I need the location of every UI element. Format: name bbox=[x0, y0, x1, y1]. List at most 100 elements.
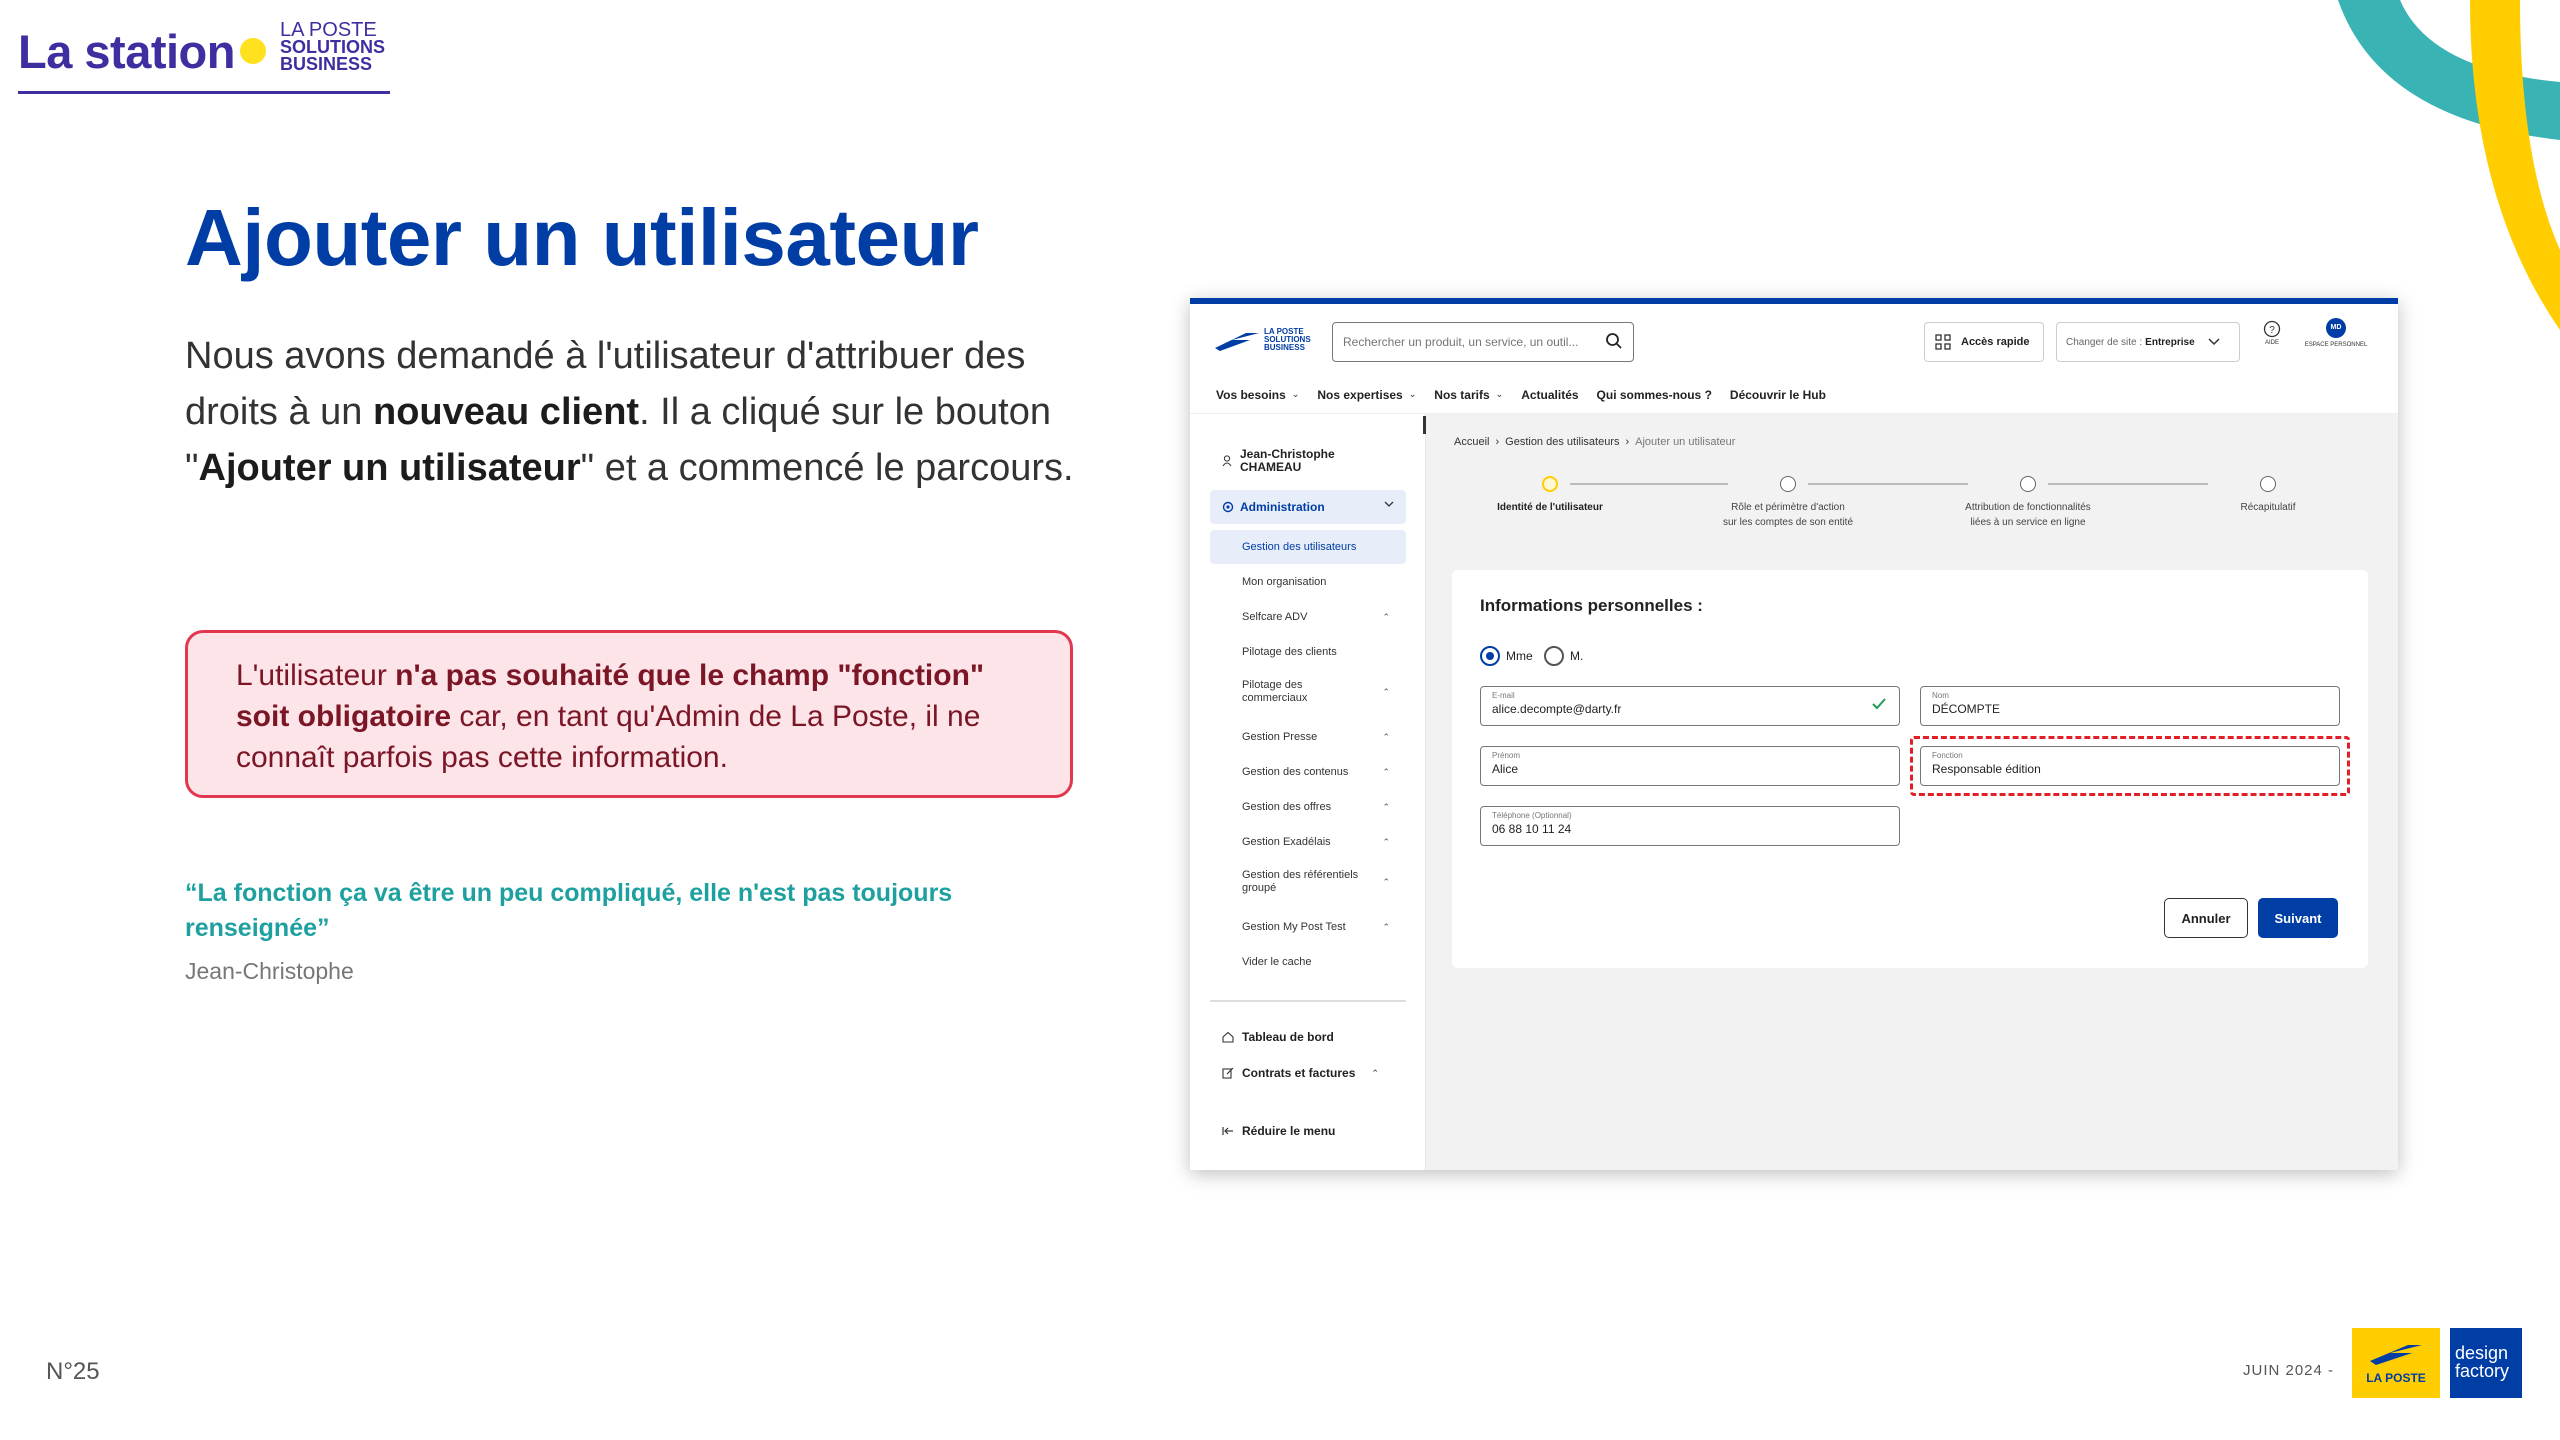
step-current-icon bbox=[1542, 476, 1558, 492]
nav-nos-expertises[interactable]: Nos expertises ⌄ bbox=[1317, 388, 1416, 402]
nav-qui-sommes-nous[interactable]: Qui sommes-nous ? bbox=[1597, 388, 1712, 402]
sidebar-item-gestion-contenus[interactable]: Gestion des contenus ⌃ bbox=[1210, 755, 1406, 789]
brand-sub: LA POSTE SOLUTIONS BUSINESS bbox=[280, 19, 386, 74]
quote-author: Jean-Christophe bbox=[185, 958, 354, 984]
user-icon bbox=[1222, 455, 1232, 467]
home-icon bbox=[1222, 1031, 1234, 1043]
telephone-field[interactable]: Téléphone (Optionnal) 06 88 10 11 24 bbox=[1480, 806, 1900, 846]
sidebar-item-gestion-referentiels[interactable]: Gestion des référentiels groupé ⌃ bbox=[1210, 860, 1406, 904]
main-navigation: Vos besoins ⌄ Nos expertises ⌄ Nos tarifs ⌄… bbox=[1190, 376, 2398, 414]
brand-name: La station bbox=[18, 25, 235, 78]
svg-text:?: ? bbox=[2269, 325, 2275, 336]
page-title: Ajouter un utilisateur bbox=[185, 193, 979, 282]
prenom-field[interactable]: Prénom Alice bbox=[1480, 746, 1900, 786]
quick-access-button[interactable]: Accès rapide bbox=[1924, 322, 2044, 362]
sidebar-item-gestion-utilisateurs[interactable]: Gestion des utilisateurs bbox=[1210, 530, 1406, 564]
radio-m[interactable]: M. bbox=[1544, 646, 1583, 666]
sidebar-item-tableau-de-bord[interactable]: Tableau de bord bbox=[1222, 1030, 1334, 1044]
sidebar-item-gestion-offres[interactable]: Gestion des offres ⌃ bbox=[1210, 790, 1406, 824]
app-screenshot: LA POSTE SOLUTIONS BUSINESS Accès rapide… bbox=[1190, 298, 2398, 1170]
step-pending-icon bbox=[2020, 476, 2036, 492]
step-attribution: Attribution de fonctionnalités liées à u… bbox=[1948, 476, 2108, 530]
sidebar-item-gestion-presse[interactable]: Gestion Presse ⌃ bbox=[1210, 720, 1406, 754]
radio-unselected-icon[interactable] bbox=[1544, 646, 1564, 666]
brand-dot bbox=[240, 38, 266, 64]
laposte-bird-icon bbox=[1215, 333, 1259, 351]
chevron-up-icon: ⌃ bbox=[1382, 766, 1390, 777]
account-button[interactable]: MD ESPACE PERSONNEL bbox=[2300, 318, 2372, 348]
form-title: Informations personnelles : bbox=[1480, 596, 1703, 615]
progress-stepper: Identité de l'utilisateur Rôle et périmè… bbox=[1454, 476, 2378, 546]
avatar: MD bbox=[2326, 318, 2346, 338]
step-identite: Identité de l'utilisateur bbox=[1470, 476, 1630, 515]
step-recapitulatif: Récapitulatif bbox=[2188, 476, 2348, 515]
form-card: Informations personnelles : Mme M. E-mai… bbox=[1452, 570, 2368, 968]
breadcrumb-home[interactable]: Accueil bbox=[1454, 436, 1489, 448]
sidebar-item-pilotage-commerciaux[interactable]: Pilotage des commerciaux ⌃ bbox=[1210, 670, 1406, 714]
edit-icon bbox=[1222, 1067, 1234, 1079]
laposte-logo: LA POSTE bbox=[2352, 1328, 2440, 1398]
chevron-up-icon: ⌃ bbox=[1382, 686, 1390, 697]
radio-selected-icon[interactable] bbox=[1480, 646, 1500, 666]
sidebar-item-vider-cache[interactable]: Vider le cache bbox=[1210, 945, 1406, 979]
sidebar: Jean-Christophe CHAMEAU Administration G… bbox=[1190, 414, 1426, 1170]
sidebar-item-gestion-my-post-test[interactable]: Gestion My Post Test ⌃ bbox=[1210, 910, 1406, 944]
intro-text: Nous avons demandé à l'utilisateur d'att… bbox=[185, 335, 1074, 489]
app-topbar: LA POSTE SOLUTIONS BUSINESS Accès rapide… bbox=[1190, 304, 2398, 376]
main-content: Accueil › Gestion des utilisateurs › Ajo… bbox=[1426, 414, 2398, 1170]
sidebar-item-contrats-factures[interactable]: Contrats et factures ⌃ bbox=[1222, 1066, 1379, 1080]
step-pending-icon bbox=[1780, 476, 1796, 492]
page-number: N°25 bbox=[46, 1358, 100, 1385]
collapse-icon bbox=[1222, 1127, 1233, 1135]
chevron-up-icon: ⌃ bbox=[1382, 731, 1390, 742]
chevron-down-icon: ⌄ bbox=[1495, 389, 1504, 399]
chevron-up-icon: ⌃ bbox=[1371, 1067, 1379, 1078]
chevron-up-icon: ⌃ bbox=[1382, 876, 1390, 887]
brand-logo: La station LA POSTE SOLUTIONS BUSINESS bbox=[18, 18, 390, 94]
chevron-up-icon: ⌃ bbox=[1382, 836, 1390, 847]
help-button[interactable]: ? AIDE bbox=[2258, 320, 2286, 346]
step-role: Rôle et périmètre d'action sur les compt… bbox=[1708, 476, 1868, 530]
radio-mme[interactable]: Mme bbox=[1480, 646, 1533, 666]
search-box[interactable] bbox=[1332, 322, 1634, 362]
sidebar-item-gestion-exadelais[interactable]: Gestion Exadélais ⌃ bbox=[1210, 825, 1406, 859]
user-quote: “La fonction ça va être un peu compliqué… bbox=[185, 879, 953, 942]
chevron-down-icon bbox=[1384, 501, 1394, 507]
chevron-down-icon: ⌄ bbox=[1408, 389, 1417, 399]
sidebar-item-administration[interactable]: Administration bbox=[1210, 490, 1406, 524]
chevron-up-icon: ⌃ bbox=[1382, 921, 1390, 932]
search-icon[interactable] bbox=[1605, 332, 1623, 350]
app-logo-text: LA POSTE SOLUTIONS BUSINESS bbox=[1264, 327, 1311, 352]
breadcrumb-users[interactable]: Gestion des utilisateurs bbox=[1505, 436, 1619, 448]
checkmark-icon bbox=[1872, 698, 1886, 710]
breadcrumb-current: Ajouter un utilisateur bbox=[1635, 436, 1736, 448]
sidebar-item-mon-organisation[interactable]: Mon organisation bbox=[1210, 565, 1406, 599]
sidebar-user[interactable]: Jean-Christophe CHAMEAU bbox=[1222, 448, 1335, 474]
sidebar-item-pilotage-clients[interactable]: Pilotage des clients bbox=[1210, 635, 1406, 669]
laposte-bird-icon bbox=[2370, 1345, 2422, 1365]
breadcrumb: Accueil › Gestion des utilisateurs › Ajo… bbox=[1454, 436, 1735, 448]
nom-field[interactable]: Nom DÉCOMPTE bbox=[1920, 686, 2340, 726]
breadcrumb-separator: › bbox=[1495, 436, 1500, 448]
breadcrumb-separator: › bbox=[1625, 436, 1630, 448]
sidebar-divider bbox=[1210, 1000, 1406, 1002]
callout-box: L'utilisateur n'a pas souhaité que le ch… bbox=[185, 630, 1073, 798]
fonction-field[interactable]: Fonction Responsable édition bbox=[1920, 746, 2340, 786]
decorative-arcs bbox=[2338, 0, 2560, 330]
next-button[interactable]: Suivant bbox=[2258, 898, 2338, 938]
grid-icon bbox=[1935, 334, 1951, 350]
chevron-up-icon: ⌃ bbox=[1382, 801, 1390, 812]
chevron-down-icon bbox=[2208, 338, 2220, 346]
email-field[interactable]: E-mail alice.decompte@darty.fr bbox=[1480, 686, 1900, 726]
help-icon: ? bbox=[2263, 320, 2281, 338]
nav-actualites[interactable]: Actualités bbox=[1521, 388, 1578, 402]
cancel-button[interactable]: Annuler bbox=[2164, 898, 2248, 938]
collapse-menu-button[interactable]: Réduire le menu bbox=[1222, 1124, 1335, 1138]
search-input[interactable] bbox=[1343, 323, 1593, 360]
nav-nos-tarifs[interactable]: Nos tarifs ⌄ bbox=[1434, 388, 1503, 402]
nav-decouvrir-hub[interactable]: Découvrir le Hub bbox=[1730, 388, 1826, 402]
site-switch-select[interactable]: Changer de site : Entreprise bbox=[2056, 322, 2240, 362]
sidebar-item-selfcare-adv[interactable]: Selfcare ADV ⌃ bbox=[1210, 600, 1406, 634]
slide-date: JUIN 2024 - bbox=[2243, 1362, 2335, 1379]
nav-vos-besoins[interactable]: Vos besoins ⌄ bbox=[1216, 388, 1299, 402]
